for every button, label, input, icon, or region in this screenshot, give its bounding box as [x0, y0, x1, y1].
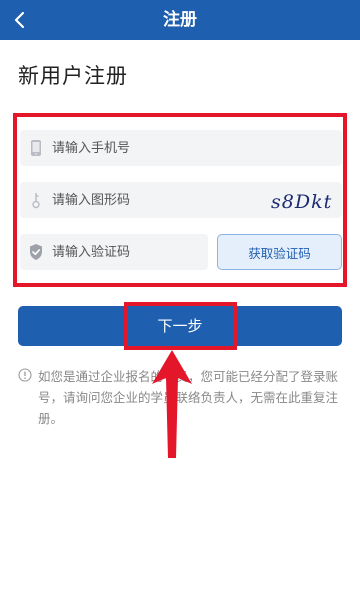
get-code-button[interactable]: 获取验证码 [217, 234, 342, 270]
registration-notice: 如您是通过企业报名的学员，您可能已经分配了登录账号，请询问您企业的学员联络负责人… [18, 366, 344, 429]
shield-check-icon [26, 242, 46, 262]
captcha-field: s8Dkt [20, 182, 342, 218]
key-icon [26, 190, 46, 210]
captcha-image[interactable]: s8Dkt [268, 184, 338, 216]
next-button-label: 下一步 [157, 317, 203, 335]
notice-text: 如您是通过企业报名的学员，您可能已经分配了登录账号，请询问您企业的学员联络负责人… [38, 369, 339, 426]
app-header: 注册 [0, 0, 360, 40]
phone-input[interactable] [52, 130, 252, 166]
phone-field [20, 130, 342, 166]
next-button[interactable]: 下一步 [18, 306, 342, 346]
header-title: 注册 [163, 10, 197, 30]
info-circle-icon [18, 368, 32, 382]
phone-icon [26, 138, 46, 158]
captcha-input[interactable] [52, 182, 252, 218]
svg-text:s8Dkt: s8Dkt [271, 191, 332, 213]
sms-code-field [20, 234, 252, 270]
page-title: 新用户注册 [18, 64, 128, 88]
